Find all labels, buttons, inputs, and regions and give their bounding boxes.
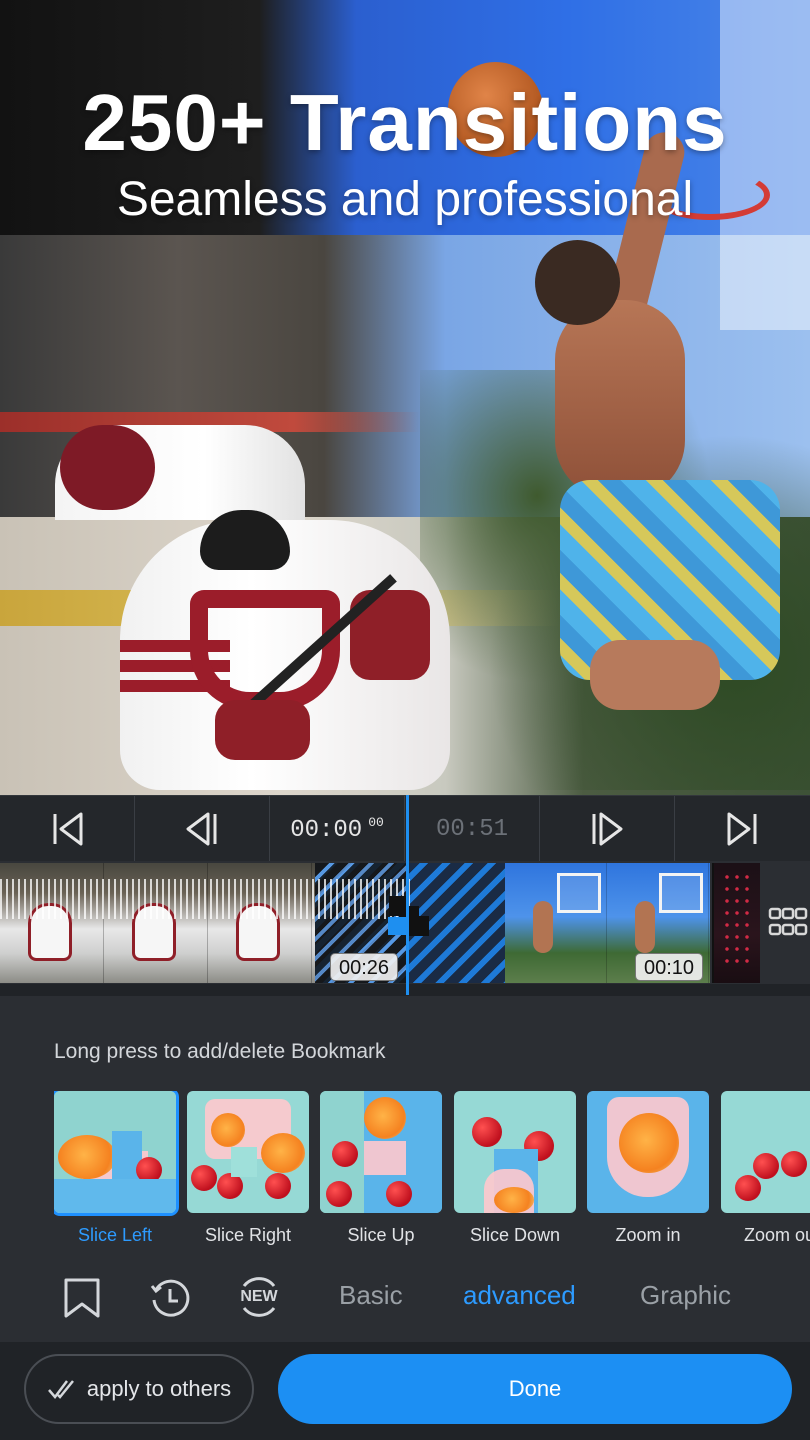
transition-label: Slice Up (347, 1225, 415, 1245)
thumbnail-slice-left (54, 1091, 176, 1213)
skip-to-end-button[interactable] (675, 796, 810, 862)
transition-slice-down[interactable]: Slice Down (454, 1091, 576, 1261)
next-frame-button[interactable] (540, 796, 675, 862)
thumbnail-slice-right (187, 1091, 309, 1213)
skip-to-start-button[interactable] (0, 796, 135, 862)
timeline-bottom-edge (0, 984, 810, 996)
basketball-player-head (535, 240, 620, 325)
skip-to-end-icon (727, 812, 756, 846)
hero-subtitle: Seamless and professional (116, 173, 694, 226)
audio-waveform (0, 879, 410, 919)
double-check-icon (47, 1380, 74, 1399)
skip-to-start-icon (53, 812, 83, 846)
thumbnail-zoom-in (587, 1091, 709, 1213)
category-basic[interactable]: Basic (339, 1280, 403, 1311)
timeline[interactable]: 00:26 00:10 (0, 861, 810, 991)
clip-dark[interactable] (712, 863, 760, 983)
next-frame-icon (592, 812, 623, 846)
transition-zoom-in[interactable]: Zoom in (587, 1091, 709, 1261)
current-time: 00:00 00 (270, 796, 405, 862)
transition-label: Slice Right (204, 1225, 292, 1245)
basketball-player-torso (555, 300, 685, 500)
playhead[interactable] (406, 795, 409, 995)
footer-actions: apply to others Done (0, 1342, 810, 1440)
transition-zoom-out[interactable]: Zoom out (721, 1091, 810, 1261)
apply-label: apply to others (86, 1376, 232, 1401)
grid-view-icon[interactable] (768, 905, 808, 941)
done-button[interactable]: Done (278, 1354, 792, 1424)
current-time-value: 00:00 (290, 816, 363, 844)
transition-list[interactable]: Slice Left Slice Right Slice Up Slice Do… (54, 1091, 810, 1261)
prev-frame-icon (186, 812, 217, 846)
category-advanced[interactable]: advanced (463, 1280, 576, 1311)
bookmark-icon[interactable] (60, 1276, 104, 1320)
recent-icon[interactable] (148, 1276, 192, 1320)
thumbnail-zoom-out (721, 1091, 810, 1213)
prev-frame-button[interactable] (135, 796, 270, 862)
bookmark-hint: Long press to add/delete Bookmark (54, 1040, 386, 1063)
apply-to-others-button[interactable]: apply to others (24, 1354, 254, 1424)
category-graphic[interactable]: Graphic (640, 1280, 731, 1311)
thumbnail-slice-down (454, 1091, 576, 1213)
hockey-glove-lower (215, 700, 310, 760)
transition-slice-left[interactable]: Slice Left (54, 1091, 176, 1261)
new-icon[interactable]: NEW (236, 1274, 282, 1320)
done-label: Done (508, 1376, 562, 1401)
total-duration: 00:51 (405, 796, 540, 862)
playback-controls: 00:00 00 00:51 (0, 795, 810, 862)
duration-value: 00:51 (435, 815, 508, 843)
transition-label: Slice Left (77, 1225, 153, 1245)
current-time-frames: 00 (368, 814, 384, 830)
hero-title: 250+ Transitions (82, 78, 728, 167)
clip2-duration-badge: 00:10 (635, 953, 704, 981)
clip1-duration-badge: 00:26 (330, 953, 399, 981)
transition-label: Zoom in (615, 1225, 681, 1245)
new-label: NEW (240, 1288, 278, 1305)
hockey-helmet-blurred (60, 425, 155, 510)
thumbnail-slice-up (320, 1091, 442, 1213)
category-bar: NEW Basic advanced Graphic (0, 1270, 810, 1330)
video-preview: 250+ Transitions Seamless and profession… (0, 0, 810, 795)
transition-slice-up[interactable]: Slice Up (320, 1091, 442, 1261)
basketball-player-legs (590, 640, 720, 710)
transition-marker-icon[interactable] (388, 895, 430, 937)
transition-label: Slice Down (469, 1225, 561, 1245)
transition-label: Zoom out (743, 1225, 810, 1245)
transition-slice-right[interactable]: Slice Right (187, 1091, 309, 1261)
